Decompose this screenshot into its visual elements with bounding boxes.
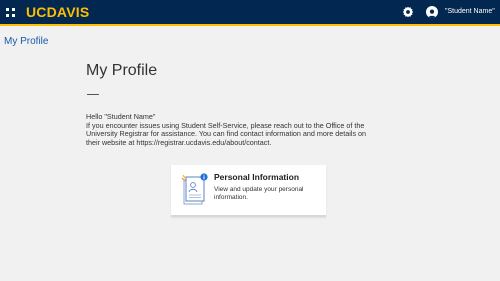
card-title[interactable]: Personal Information <box>214 172 299 182</box>
apps-grid-icon[interactable] <box>6 8 15 17</box>
title-divider <box>87 94 99 95</box>
intro-text: Hello "Student Name" If you encounter is… <box>86 112 416 147</box>
intro-line-3: their website at https://registrar.ucdav… <box>86 137 272 147</box>
uc-davis-logo[interactable]: UCDAVIS <box>26 4 89 20</box>
page-title: My Profile <box>86 62 158 79</box>
breadcrumb-my-profile[interactable]: My Profile <box>4 36 48 47</box>
user-avatar-icon[interactable] <box>426 6 438 18</box>
personal-information-card[interactable]: Personal Information View and update you… <box>171 165 326 217</box>
gear-icon[interactable] <box>402 6 414 18</box>
top-navigation-bar: UCDAVIS "Student Name" <box>0 0 500 26</box>
user-name-label[interactable]: "Student Name" <box>445 8 495 15</box>
card-description: View and update your personal informatio… <box>214 186 304 201</box>
profile-document-info-icon <box>181 173 208 205</box>
